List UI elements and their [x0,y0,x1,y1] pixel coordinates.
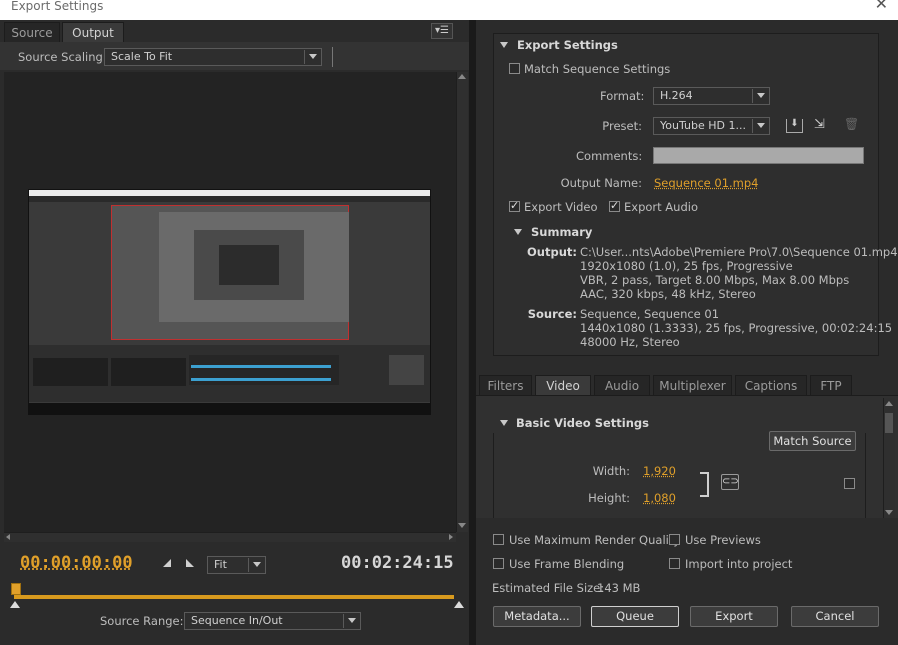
source-range-value: Sequence In/Out [191,614,283,627]
zoom-value: Fit [214,558,227,571]
chevron-down-icon [253,562,261,567]
tab-multiplexer[interactable]: Multiplexer [653,375,732,395]
set-in-point-icon[interactable] [163,559,171,567]
file-size-label: Estimated File Size: [492,581,605,595]
file-size-value: 143 MB [597,581,641,595]
timeline-range-bar[interactable] [14,595,454,599]
export-audio-label: Export Audio [624,200,698,214]
cancel-button[interactable]: Cancel [791,606,879,627]
metadata-button[interactable]: Metadata... [493,606,581,627]
preset-label: Preset: [602,119,642,133]
out-point-marker[interactable] [454,601,464,608]
summary-source-line: Sequence, Sequence 01 [580,307,720,321]
preset-dropdown[interactable]: YouTube HD 1... [653,117,770,135]
summary-output-text: C:\User...nts\Adobe\Premiere Pro\7.0\Seq… [580,245,898,301]
panel-menu-icon[interactable]: ▾☰ [431,23,453,39]
in-point-marker[interactable] [10,601,20,608]
format-label: Format: [600,89,645,103]
settings-panel: Export Settings Match Sequence Settings … [476,20,898,645]
export-video-label: Export Video [524,200,598,214]
chevron-down-icon [757,123,765,128]
format-value: H.264 [660,89,693,102]
width-label: Width: [592,464,630,478]
summary-output-line: AAC, 320 kbps, 48 kHz, Stereo [580,287,756,301]
match-sequence-label: Match Sequence Settings [524,62,671,76]
window-title: Export Settings [11,0,104,13]
import-project-checkbox[interactable] [669,558,680,569]
tab-audio[interactable]: Audio [594,375,650,395]
match-source-button[interactable]: Match Source [769,431,856,451]
output-name-label: Output Name: [560,176,642,190]
queue-button[interactable]: Queue [591,606,679,627]
source-range-dropdown[interactable]: Sequence In/Out [184,612,361,630]
zoom-dropdown[interactable]: Fit [207,556,266,574]
summary-source-text: Sequence, Sequence 01 1440x1080 (1.3333)… [580,307,892,349]
max-render-label: Use Maximum Render Quality [509,533,681,547]
collapse-triangle-icon[interactable] [500,420,508,426]
frame-blending-label: Use Frame Blending [509,557,625,571]
tab-captions[interactable]: Captions [735,375,807,395]
summary-heading: Summary [531,225,593,239]
source-range-label: Source Range: [100,614,184,628]
width-value[interactable]: 1,920 [643,464,676,478]
source-scaling-label: Source Scaling: [18,50,107,64]
use-previews-label: Use Previews [685,533,761,547]
export-video-checkbox[interactable] [509,199,520,212]
delete-preset-icon[interactable]: 🗑 [844,118,859,133]
summary-source-line: 1440x1080 (1.3333), 25 fps, Progressive,… [580,321,893,335]
preview-horizontal-scrollbar[interactable] [4,532,456,542]
summary-output-line: VBR, 2 pass, Target 8.00 Mbps, Max 8.00 … [580,273,850,287]
link-icon[interactable]: ⊂⊃ [721,474,739,490]
preset-value: YouTube HD 1... [660,119,746,132]
set-out-point-icon[interactable] [186,559,194,567]
comments-input[interactable] [653,147,864,164]
import-preset-icon[interactable]: ⇲ [814,118,832,133]
source-scaling-dropdown[interactable]: Scale To Fit [104,48,322,66]
height-value[interactable]: 1,080 [643,491,676,505]
import-project-label: Import into project [685,557,793,571]
playhead-handle[interactable] [11,583,21,595]
source-scaling-value: Scale To Fit [111,50,173,63]
export-button[interactable]: Export [690,606,778,627]
output-name-link[interactable]: Sequence 01.mp4 [654,176,759,190]
preview-vertical-scrollbar[interactable] [456,72,468,532]
aspect-bracket [700,472,709,497]
collapse-triangle-icon[interactable] [500,42,508,48]
format-dropdown[interactable]: H.264 [653,87,770,105]
tab-video[interactable]: Video [535,375,591,395]
tab-filters[interactable]: Filters [479,375,532,395]
window-title-bar: Export Settings ✕ [0,0,898,20]
close-icon[interactable]: ✕ [875,0,888,12]
max-render-checkbox[interactable] [493,534,504,545]
chevron-down-icon [348,618,356,623]
use-previews-checkbox[interactable] [669,534,680,545]
tab-source[interactable]: Source [4,22,60,42]
summary-source-line: 48000 Hz, Stereo [580,335,680,349]
chevron-down-icon [309,54,317,59]
save-preset-icon[interactable]: ⬇ [786,119,803,133]
comments-label: Comments: [576,149,643,163]
video-frame-preview [28,189,431,415]
preview-panel: Source Output ▾☰ Source Scaling: Scale T… [0,20,469,645]
height-label: Height: [588,491,630,505]
export-settings-heading: Export Settings [517,38,618,52]
basic-video-heading: Basic Video Settings [516,416,649,430]
match-sequence-checkbox[interactable] [509,63,520,74]
current-timecode[interactable]: 00:00:00:00 [20,553,133,573]
summary-output-label: Output: [527,245,577,259]
panel-divider[interactable] [469,20,476,645]
summary-output-line: C:\User...nts\Adobe\Premiere Pro\7.0\Seq… [580,245,898,259]
summary-source-label: Source: [527,307,577,321]
export-audio-checkbox[interactable] [609,199,620,212]
tab-ftp[interactable]: FTP [810,375,852,395]
tab-output[interactable]: Output [62,22,124,42]
frame-blending-checkbox[interactable] [493,558,504,569]
summary-output-line: 1920x1080 (1.0), 25 fps, Progressive [580,259,793,273]
duration-timecode: 00:02:24:15 [341,553,454,573]
chevron-down-icon [757,93,765,98]
collapse-triangle-icon[interactable] [514,229,522,235]
width-height-checkbox[interactable] [844,478,855,489]
